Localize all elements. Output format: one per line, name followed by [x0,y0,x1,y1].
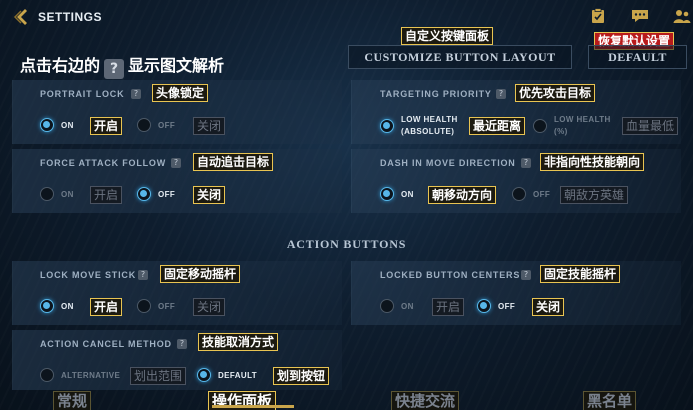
setting-title: FORCE ATTACK FOLLOW [40,158,167,168]
option-annotation: 关闭 [193,298,226,316]
page-title: SETTINGS [38,10,103,24]
help-hint: 点击右边的? 显示图文解析 [20,52,224,79]
radio-on[interactable] [380,187,394,201]
option-label: OFF [533,190,551,199]
chat-icon[interactable] [631,8,649,26]
option-annotation: 开启 [432,298,465,316]
radio-off[interactable] [137,299,151,313]
radio-low-health-absolute[interactable] [380,119,394,133]
radio-on[interactable] [40,299,54,313]
option-annotation: 关闭 [532,298,565,316]
radio-alternative[interactable] [40,368,54,382]
option-label: ON [401,190,414,199]
option-label: ON [401,302,414,311]
setting-annotation: 头像锁定 [152,84,209,102]
option-annotation: 朝敌方英雄 [560,186,629,204]
option-label: OFF [158,190,176,199]
setting-annotation: 固定移动摇杆 [160,265,241,283]
option-label: LOW HEALTH [401,115,458,124]
active-tab-indicator [212,405,294,408]
tab-general[interactable]: 常规 [53,391,92,410]
radio-on[interactable] [40,118,54,132]
setting-title: PORTRAIT LOCK [40,89,125,99]
tab-quick-chat[interactable]: 快捷交流 [391,391,460,410]
help-icon[interactable]: ? [521,158,531,168]
help-icon[interactable]: ? [171,158,181,168]
default-button[interactable]: DEFAULT [588,45,687,69]
option-sublabel: (%) [554,127,568,136]
option-label: ALTERNATIVE [61,371,121,380]
option-annotation: 开启 [90,298,123,316]
setting-title: LOCK MOVE STICK [40,270,137,280]
option-sublabel: (ABSOLUTE) [401,127,455,136]
setting-annotation: 固定技能摇杆 [540,265,621,283]
setting-annotation: 技能取消方式 [198,333,279,351]
setting-annotation: 非指向性技能朝向 [540,153,645,171]
option-label: OFF [158,302,176,311]
option-label: ON [61,302,74,311]
people-icon[interactable] [673,8,691,26]
help-icon[interactable]: ? [521,270,531,280]
radio-default[interactable] [197,368,211,382]
radio-on[interactable] [40,187,54,201]
option-annotation: 血量最低 [622,117,679,135]
radio-off[interactable] [137,187,151,201]
help-icon[interactable]: ? [138,270,148,280]
option-label: OFF [498,302,516,311]
option-annotation: 最近距离 [469,117,526,135]
setting-title: LOCKED BUTTON CENTERS [380,270,521,280]
option-annotation: 划出范围 [130,367,187,385]
setting-title: ACTION CANCEL METHOD [40,339,172,349]
top-bar: SETTINGS [0,0,693,36]
setting-annotation: 优先攻击目标 [515,84,596,102]
help-icon[interactable]: ? [131,89,141,99]
bottom-tab-bar: 常规 操作面板 快捷交流 黑名单 [0,388,693,410]
hint-text-before: 点击右边的 [20,56,101,75]
option-annotation: 关闭 [193,117,226,135]
clipboard-check-icon[interactable] [589,8,607,26]
radio-off[interactable] [512,187,526,201]
setting-title: DASH IN MOVE DIRECTION [380,158,516,168]
setting-title: TARGETING PRIORITY [380,89,492,99]
question-icon: ? [104,59,125,79]
tab-blacklist[interactable]: 黑名单 [583,391,637,410]
option-annotation: 开启 [90,117,123,135]
option-label: DEFAULT [218,371,258,380]
setting-annotation: 自动追击目标 [193,153,274,171]
chevron-left-icon[interactable] [12,7,32,27]
section-title-action-buttons: ACTION BUTTONS [286,237,407,251]
option-annotation: 朝移动方向 [428,186,497,204]
option-annotation: 关闭 [193,186,226,204]
customize-annotation: 自定义按键面板 [401,27,494,45]
help-icon[interactable]: ? [496,89,506,99]
option-label: OFF [158,121,176,130]
option-annotation: 开启 [90,186,123,204]
radio-off[interactable] [137,118,151,132]
option-label: LOW HEALTH [554,115,611,124]
radio-on[interactable] [380,299,394,313]
option-label: ON [61,121,74,130]
radio-off[interactable] [477,299,491,313]
hint-text-after: 显示图文解析 [128,56,225,75]
help-icon[interactable]: ? [177,339,187,349]
customize-button-layout-button[interactable]: CUSTOMIZE BUTTON LAYOUT [348,45,572,69]
option-annotation: 划到按钮 [273,367,330,385]
radio-low-health-percent[interactable] [533,119,547,133]
option-label: ON [61,190,74,199]
